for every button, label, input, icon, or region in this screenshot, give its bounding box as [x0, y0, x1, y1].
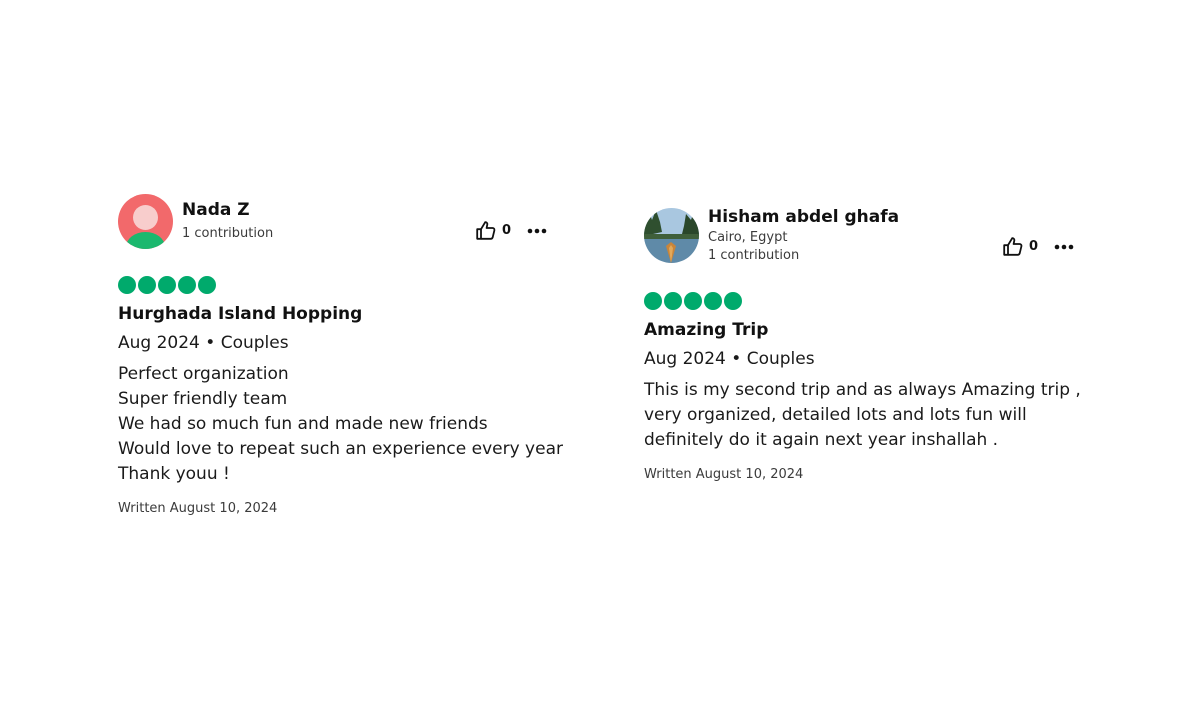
written-date: Written August 10, 2024: [644, 467, 804, 482]
review-header: Nada Z 1 contribution 0: [118, 194, 558, 250]
avatar[interactable]: [118, 194, 173, 249]
lake-photo-avatar: [644, 208, 699, 263]
review-card: Nada Z 1 contribution 0 Hurghada Island …: [118, 194, 563, 516]
more-options-button[interactable]: [527, 228, 547, 234]
rating-bubble-icon: [178, 276, 196, 294]
contribution-count: 1 contribution: [708, 248, 800, 263]
review-text-line: very organized, detailed lots and lots f…: [644, 405, 1027, 425]
review-text-line: definitely do it again next year inshall…: [644, 430, 999, 450]
rating-bubbles: [118, 276, 558, 294]
default-avatar-icon: [133, 205, 158, 230]
rating-bubble-icon: [118, 276, 136, 294]
contribution-count: 1 contribution: [182, 226, 274, 241]
review-header: Hisham abdel ghafa Cairo, Egypt 1 contri…: [644, 207, 1084, 266]
rating-bubble-icon: [198, 276, 216, 294]
review-text-line: Would love to repeat such an experience …: [118, 439, 563, 459]
rating-bubble-icon: [724, 292, 742, 310]
rating-bubble-icon: [138, 276, 156, 294]
rating-bubble-icon: [664, 292, 682, 310]
review-text: Perfect organization Super friendly team…: [118, 362, 568, 487]
rating-bubbles: [644, 292, 1084, 310]
user-name[interactable]: Nada Z: [182, 200, 250, 220]
more-options-button[interactable]: [1054, 244, 1074, 250]
rating-bubble-icon: [684, 292, 702, 310]
review-title[interactable]: Hurghada Island Hopping: [118, 304, 558, 324]
helpful-vote-button[interactable]: 0: [1003, 237, 1038, 256]
ellipsis-icon: [527, 228, 547, 234]
written-date: Written August 10, 2024: [118, 501, 278, 516]
review-text: This is my second trip and as always Ama…: [644, 378, 1094, 453]
user-location: Cairo, Egypt: [708, 230, 788, 245]
review-card: Hisham abdel ghafa Cairo, Egypt 1 contri…: [644, 207, 1084, 482]
review-text-line: This is my second trip and as always Ama…: [644, 380, 1081, 400]
review-actions: 0: [476, 221, 547, 240]
like-count: 0: [502, 223, 512, 238]
thumbs-up-icon: [476, 221, 496, 240]
review-text-line: We had so much fun and made new friends: [118, 414, 488, 434]
trip-info: Aug 2024 • Couples: [118, 333, 289, 353]
trip-info: Aug 2024 • Couples: [644, 349, 815, 369]
like-count: 0: [1029, 239, 1039, 254]
default-avatar-body: [126, 232, 165, 249]
thumbs-up-icon: [1003, 237, 1023, 256]
rating-bubble-icon: [158, 276, 176, 294]
review-title[interactable]: Amazing Trip: [644, 320, 1084, 340]
helpful-vote-button[interactable]: 0: [476, 221, 511, 240]
ellipsis-icon: [1054, 244, 1074, 250]
review-text-line: Thank youu !: [118, 464, 230, 484]
review-text-line: Super friendly team: [118, 389, 288, 409]
rating-bubble-icon: [704, 292, 722, 310]
review-actions: 0: [1003, 237, 1074, 256]
review-text-line: Perfect organization: [118, 364, 289, 384]
rating-bubble-icon: [644, 292, 662, 310]
user-name[interactable]: Hisham abdel ghafa: [708, 207, 899, 227]
avatar[interactable]: [644, 208, 699, 263]
